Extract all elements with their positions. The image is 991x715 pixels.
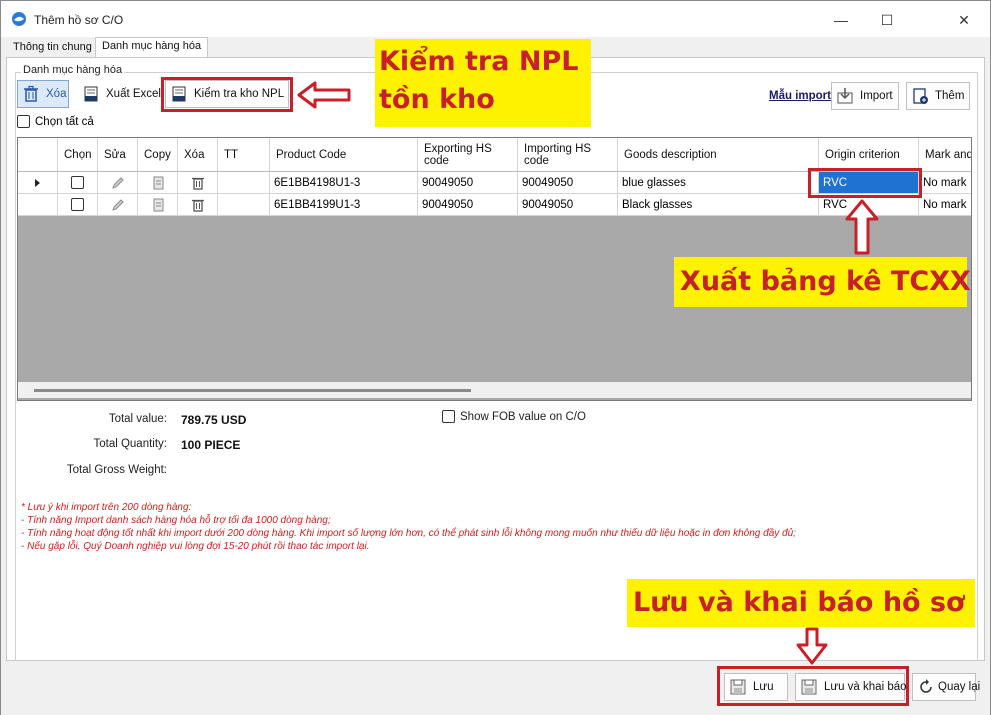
grid-horizontal-scrollbar[interactable]	[18, 382, 971, 398]
maximize-button[interactable]: ☐	[867, 7, 907, 33]
annotation-box-check-npl	[161, 77, 293, 112]
import-note-line: * Lưu ý khi import trên 200 dòng hàng:	[21, 502, 192, 513]
up-arrow-icon	[845, 199, 879, 255]
grid-header-goods-description[interactable]: Goods description	[618, 138, 819, 171]
import-note-line: - Tính năng hoạt động tốt nhất khi impor…	[21, 528, 796, 539]
back-label: Quay lại	[938, 681, 981, 693]
row-indicator-cell	[18, 194, 58, 216]
delete-row-trash-icon[interactable]	[178, 172, 218, 194]
grid-header-select[interactable]: Chọn	[58, 138, 98, 171]
grid-header-delete[interactable]: Xóa	[178, 138, 218, 171]
row-tt-cell	[218, 194, 270, 216]
row-mark: No mark	[919, 172, 971, 194]
total-value-label: Total value:	[108, 413, 167, 425]
total-gross-weight-label: Total Gross Weight:	[66, 464, 167, 476]
show-fob-label: Show FOB value on C/O	[460, 410, 586, 423]
add-button[interactable]: Thêm	[906, 82, 970, 110]
annotation-box-save	[717, 666, 909, 706]
grid-header-origin-criterion[interactable]: Origin criterion	[819, 138, 919, 171]
tab-goods-list[interactable]: Danh mục hàng hóa	[95, 37, 209, 58]
row-goods-description: blue glasses	[618, 172, 819, 194]
grid-header-tt[interactable]: TT	[218, 138, 270, 171]
row-select-cell	[58, 172, 98, 194]
annotation-save-declare: Lưu và khai báo hồ sơ	[627, 579, 975, 627]
row-product-code: 6E1BB4198U1-3	[270, 172, 418, 194]
title-bar: Thêm hồ sơ C/O — ☐ ✕	[1, 1, 990, 37]
down-arrow-icon	[796, 627, 828, 665]
row-exporting-hs: 90049050	[418, 172, 518, 194]
tab-general-info[interactable]: Thông tin chung	[7, 39, 98, 57]
grid-header-copy[interactable]: Copy	[138, 138, 178, 171]
show-fob-row: Show FOB value on C/O	[442, 410, 586, 423]
copy-icon[interactable]	[138, 172, 178, 194]
window-title: Thêm hồ sơ C/O	[34, 13, 124, 27]
import-note-line: - Nếu gặp lỗi, Quý Doanh nghiệp vui lòng…	[21, 541, 370, 552]
trash-icon	[22, 85, 40, 103]
copy-icon[interactable]	[138, 194, 178, 216]
row-exporting-hs: 90049050	[418, 194, 518, 216]
delete-button[interactable]: Xóa	[17, 80, 69, 108]
co-dialog-window: Thêm hồ sơ C/O — ☐ ✕ Thông tin chung Dan…	[0, 0, 991, 715]
total-quantity-label: Total Quantity:	[93, 438, 167, 450]
app-logo-icon	[11, 11, 27, 27]
delete-label: Xóa	[46, 88, 67, 100]
close-button[interactable]: ✕	[944, 7, 984, 33]
edit-pencil-icon[interactable]	[98, 194, 138, 216]
grid-header-edit[interactable]: Sửa	[98, 138, 138, 171]
row-importing-hs: 90049050	[518, 172, 618, 194]
grid-header-indicator	[18, 138, 58, 171]
add-label: Thêm	[935, 90, 965, 102]
select-all-checkbox[interactable]	[17, 115, 30, 128]
show-fob-checkbox[interactable]	[442, 410, 455, 423]
row-select-checkbox[interactable]	[71, 176, 84, 189]
select-all-row: Chọn tất cả	[17, 115, 94, 128]
grid-header-row: Chọn Sửa Copy Xóa TT Product Code Export…	[18, 138, 971, 172]
total-quantity: 100 PIECE	[181, 438, 241, 452]
grid-header-mark[interactable]: Mark and	[919, 138, 971, 171]
total-value: 789.75 USD	[181, 413, 247, 427]
left-arrow-icon	[297, 81, 351, 109]
annotation-check-npl-line1: Kiểm tra NPL	[379, 46, 579, 77]
export-excel-label: Xuất Excel	[106, 88, 161, 100]
annotation-box-origin-criterion	[808, 168, 922, 198]
row-goods-description: Black glasses	[618, 194, 819, 216]
import-note-line: - Tính năng Import danh sách hàng hóa hỗ…	[21, 515, 331, 526]
add-document-icon	[911, 87, 929, 105]
grid-header-exporting-hs[interactable]: Exporting HS code	[418, 138, 518, 171]
import-button[interactable]: Import	[831, 82, 899, 110]
export-excel-button[interactable]: Xuất Excel	[77, 80, 161, 108]
minimize-button[interactable]: —	[821, 7, 861, 33]
import-template-link[interactable]: Mẫu import	[769, 90, 831, 102]
group-label: Danh mục hàng hóa	[21, 64, 125, 76]
row-mark: No mark	[919, 194, 971, 216]
row-product-code: 6E1BB4199U1-3	[270, 194, 418, 216]
refresh-back-icon	[917, 678, 935, 696]
edit-pencil-icon[interactable]	[98, 172, 138, 194]
row-tt-cell	[218, 172, 270, 194]
row-select-cell	[58, 194, 98, 216]
annotation-export-tcxx: Xuất bảng kê TCXX	[674, 257, 971, 307]
document-icon	[82, 85, 100, 103]
row-importing-hs: 90049050	[518, 194, 618, 216]
scrollbar-thumb[interactable]	[34, 389, 471, 392]
row-select-checkbox[interactable]	[71, 198, 84, 211]
grid-header-product-code[interactable]: Product Code	[270, 138, 418, 171]
import-icon	[836, 87, 854, 105]
back-button[interactable]: Quay lại	[912, 673, 980, 701]
grid-header-importing-hs[interactable]: Importing HS code	[518, 138, 618, 171]
annotation-check-npl: Kiểm tra NPL tồn kho	[375, 39, 591, 127]
select-all-label: Chọn tất cả	[35, 115, 94, 128]
row-current-indicator-icon	[18, 172, 58, 194]
delete-row-trash-icon[interactable]	[178, 194, 218, 216]
import-label: Import	[860, 90, 893, 102]
annotation-check-npl-line2: tồn kho	[379, 84, 495, 115]
